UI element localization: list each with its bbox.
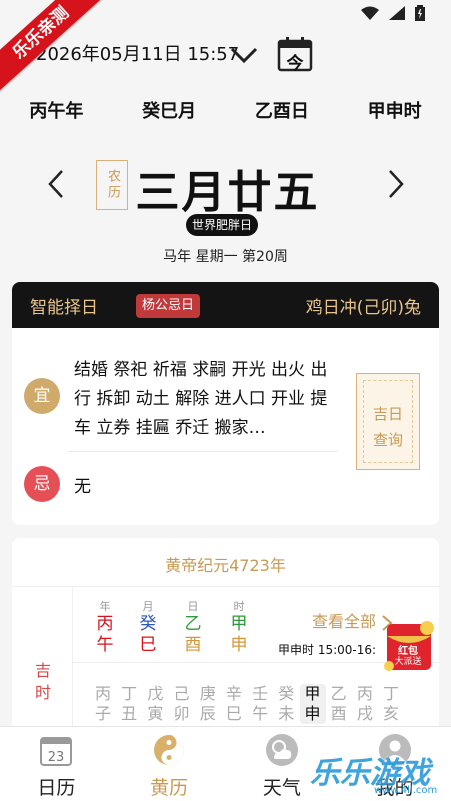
chevron-down-icon[interactable] [230,46,258,64]
hour-list: 丙子 丁丑 戊寅 己卯 庚辰 辛巳 壬午 癸未 甲申 乙酉 丙戌 丁亥 [90,684,404,724]
lunar-tag: 农历 [96,160,128,210]
pillar-month: 月 癸 巳 [135,598,161,656]
huangdi-title: 黄帝纪元4723年 [165,556,286,575]
pillar-hour: 时 甲 申 [226,598,252,656]
nav-calendar[interactable]: 23 日历 [0,727,113,801]
hour-cell[interactable]: 戊寅 [142,684,168,724]
hour-cell[interactable]: 丁丑 [116,684,142,724]
signal-icon [389,6,405,20]
wifi-icon [361,6,379,20]
jiri-line1: 吉日 [372,405,403,423]
yin-yang-icon [154,735,185,765]
pillar-stem: 癸 [139,614,157,634]
hour-cell[interactable]: 辛巳 [221,684,247,724]
header: 乐乐亲测 2026年05月11日 15:57 今 丙午年 癸巳月 乙酉日 甲申时 [0,0,451,150]
ganzhi-year: 丙午年 [29,101,84,122]
watermark-url: www.4ll.com [374,785,438,796]
hour-cell[interactable]: 癸未 [273,684,299,724]
date-picker[interactable]: 2026年05月11日 15:57 [0,38,451,68]
red-envelope-ad[interactable]: 红包 大派送 [381,618,435,674]
festival-badge: 世界肥胖日 [186,214,259,236]
yanggong-badge: 杨公忌日 [136,294,201,318]
see-all-label: 查看全部 [312,612,377,631]
red-envelope-line2: 大派送 [394,657,422,667]
nav-almanac-label: 黄历 [150,777,189,799]
smart-date-selection[interactable]: 智能择日 [30,293,98,318]
calendar-icon: 23 [40,737,73,766]
pillar-stem: 甲 [230,614,248,634]
yi-badge: 宜 [24,378,60,414]
ji-text: 无 [74,477,91,497]
ganzhi-row: 丙午年 癸巳月 乙酉日 甲申时 [0,97,451,123]
pillar-year: 年 丙 午 [92,598,118,656]
today-button[interactable]: 今 [277,36,313,74]
yiji-card[interactable]: 宜 结婚 祭祀 祈福 求嗣 开光 出火 出行 拆卸 动土 解除 进人口 开业 提… [12,328,439,525]
hour-cell[interactable]: 乙酉 [326,684,352,724]
current-datetime[interactable]: 2026年05月11日 15:57 [36,40,239,66]
pillar-stem: 丙 [96,614,114,634]
divider [12,586,439,587]
ganzhi-hour: 甲申时 [367,101,422,122]
clash-info: 鸡日冲(己卯)兔 [305,298,421,318]
weather-icon [265,734,298,766]
pillar-branch: 申 [230,635,248,655]
pillar-branch: 酉 [184,635,202,655]
next-day-icon[interactable] [382,168,410,200]
pillar-label: 月 [142,600,154,613]
hour-cell[interactable]: 丁亥 [378,684,404,724]
yi-text: 结婚 祭祀 祈福 求嗣 开光 出火 出行 拆卸 动土 解除 进人口 开业 提车 … [74,360,328,438]
pillar-stem: 乙 [184,614,202,634]
divider [72,586,73,728]
calendar-icon-day: 23 [48,750,65,765]
hour-cell[interactable]: 庚辰 [195,684,221,724]
hour-cell[interactable]: 壬午 [247,684,273,724]
week-info: 马年 星期一 第20周 [163,249,288,265]
current-hour-range: 甲申时 15:00-16: [278,643,377,657]
auspicious-day-query-button[interactable]: 吉日 查询 [356,373,420,470]
tool-bar: 智能择日 杨公忌日 鸡日冲(己卯)兔 [12,282,439,328]
ganzhi-month: 癸巳月 [142,101,197,122]
nav-calendar-label: 日历 [37,777,76,799]
today-label: 今 [286,54,304,74]
jiri-line2: 查询 [372,431,403,449]
huangdi-card: 黄帝纪元4723年 吉时 年 丙 午 月 癸 巳 日 乙 酉 时 甲 申 查看全… [12,538,439,728]
pillar-day: 日 乙 酉 [180,598,206,656]
pillar-branch: 午 [96,635,114,655]
pillar-label: 年 [99,600,111,613]
pillar-label: 日 [187,600,199,613]
prev-day-icon[interactable] [42,168,70,200]
pillar-branch: 巳 [139,635,157,655]
hour-cell[interactable]: 丙子 [90,684,116,724]
hour-cell[interactable]: 丙戌 [352,684,378,724]
hour-cell[interactable]: 己卯 [169,684,195,724]
lunar-date-section: 农历 三月廿五 世界肥胖日 马年 星期一 第20周 [0,150,451,280]
ji-badge: 忌 [24,466,60,502]
auspicious-hours-label: 吉时 [34,661,51,702]
hour-cell-active[interactable]: 甲申 [299,684,326,724]
nav-almanac[interactable]: 黄历 [113,727,226,801]
ganzhi-day: 乙酉日 [254,101,309,122]
lunar-date: 三月廿五 [135,167,320,218]
pillar-label: 时 [233,600,245,613]
battery-icon [415,5,425,21]
divider [68,451,338,452]
